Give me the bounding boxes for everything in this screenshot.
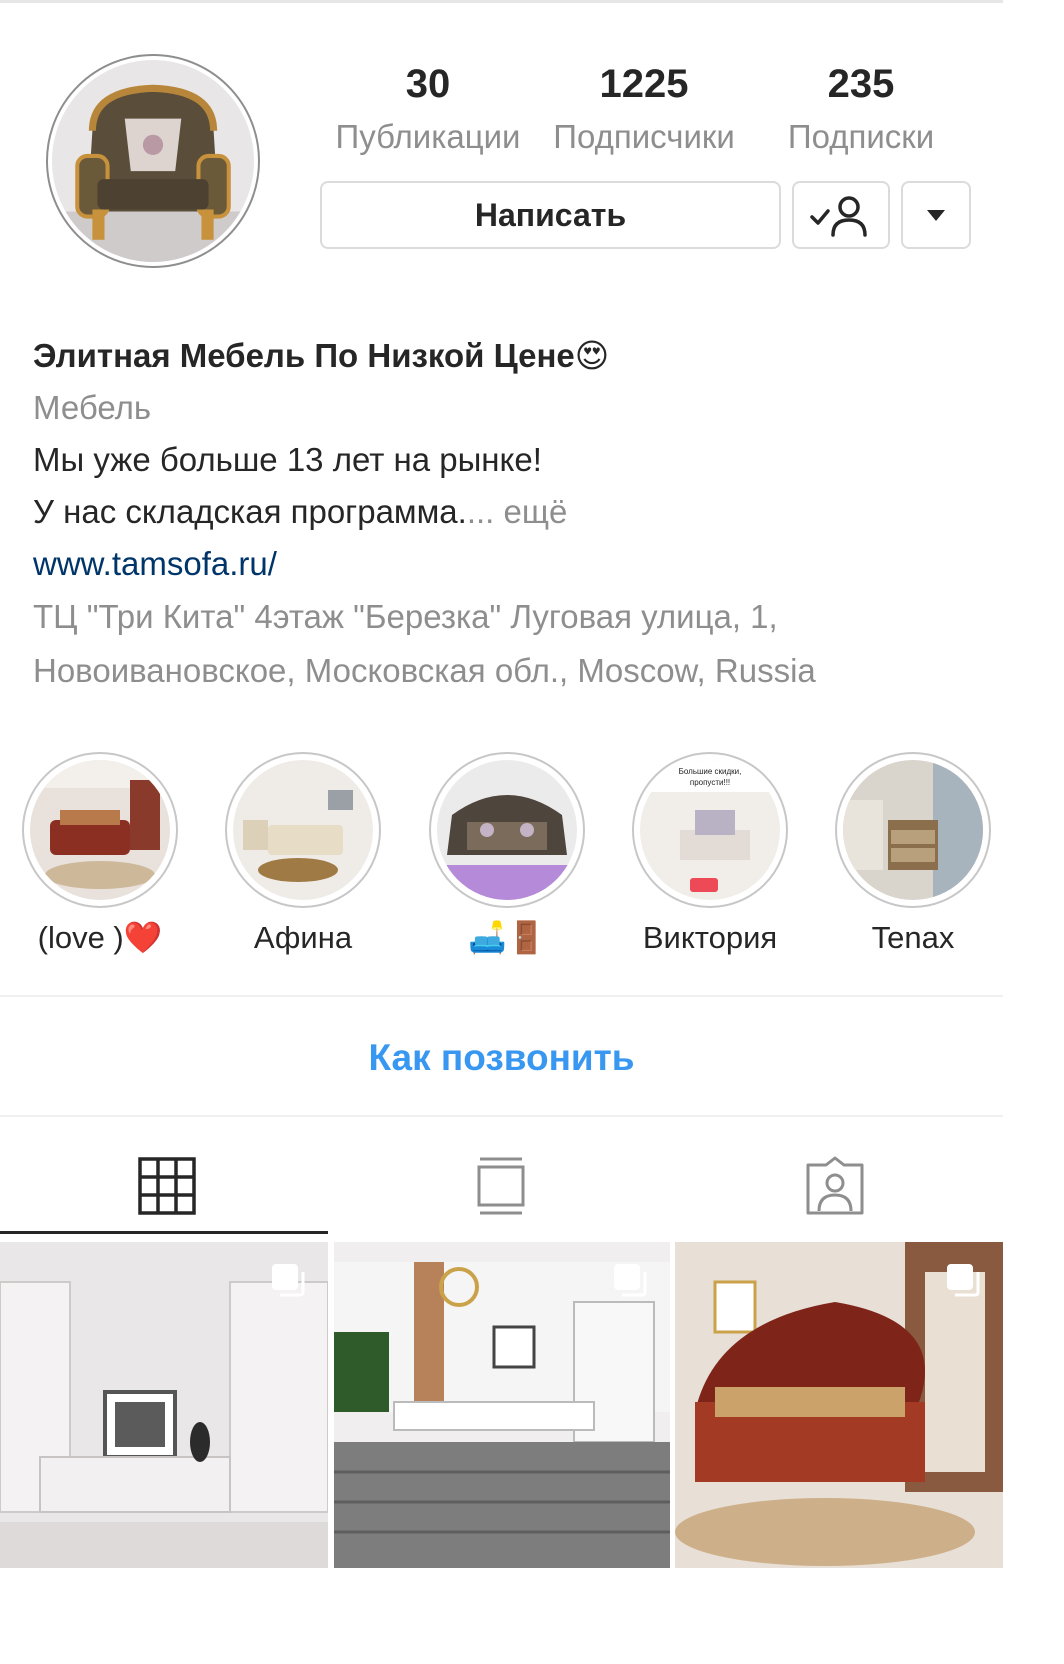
profile-category: Мебель [33, 389, 152, 426]
message-button[interactable]: Написать [320, 181, 781, 249]
following-check-person-icon [810, 196, 867, 237]
highlight-cover [30, 760, 170, 900]
highlight-cover [233, 760, 373, 900]
bio-line-1: Мы уже больше 13 лет на рынке! [33, 441, 542, 478]
address-line-1[interactable]: ТЦ "Три Кита" 4этаж "Березка" Луговая ул… [33, 590, 973, 644]
avatar-image [52, 60, 254, 262]
highlight-item[interactable]: 🛋️🚪 [429, 752, 585, 958]
following-count: 235 [827, 62, 895, 106]
highlight-item[interactable]: Большие скидки, пропусти!!! Виктория [632, 752, 788, 958]
igtv-feed-icon [477, 1157, 525, 1215]
profile-avatar[interactable] [46, 54, 260, 268]
highlight-cover [437, 760, 577, 900]
highlight-label: Tenax [871, 920, 955, 955]
following-stat[interactable]: 235 Подписки [776, 58, 946, 160]
highlight-item[interactable]: Афина [225, 752, 381, 958]
posts-stat[interactable]: 30 Публикации [330, 58, 526, 160]
profile-bio: Элитная Мебель По Низкой Цене😍 Мебель Мы… [33, 330, 973, 698]
section-divider [0, 995, 1003, 997]
profile-name: Элитная Мебель По Низкой Цене😍 [33, 337, 610, 374]
tab-grid[interactable] [0, 1138, 334, 1234]
highlight-label: (love )❤️ [37, 920, 163, 955]
top-divider [0, 0, 1003, 3]
tagged-person-icon [806, 1156, 864, 1215]
posts-count: 30 [405, 62, 451, 106]
svg-text:Большие скидки,: Большие скидки, [679, 767, 742, 776]
bio-line-2: У нас складская программа.... ещё [33, 486, 973, 538]
highlight-item[interactable]: (love )❤️ [22, 752, 178, 958]
highlight-cover: Большие скидки, пропусти!!! [640, 760, 780, 900]
message-button-label: Написать [474, 196, 627, 233]
tab-tagged[interactable] [668, 1138, 1002, 1234]
section-divider [0, 1115, 1003, 1117]
address-line-2[interactable]: Новоивановское, Московская обл., Moscow,… [33, 644, 973, 698]
contact-button[interactable]: Как позвонить [0, 1030, 1003, 1086]
multiple-photos-icon [272, 1264, 305, 1297]
caret-down-icon [927, 210, 945, 221]
bio-line-2-text: У нас складская программа. [33, 493, 467, 530]
post-thumbnail[interactable] [675, 1242, 1003, 1568]
highlight-label: Афина [253, 920, 353, 955]
multiple-photos-icon [947, 1264, 980, 1297]
tab-feed[interactable] [334, 1138, 668, 1234]
multiple-photos-icon [614, 1264, 647, 1297]
followers-stat[interactable]: 1225 Подписчики [543, 58, 745, 160]
post-thumbnail[interactable] [334, 1242, 670, 1568]
svg-text:пропусти!!!: пропусти!!! [690, 778, 730, 787]
highlight-cover [843, 760, 983, 900]
posts-label: Публикации [335, 118, 521, 155]
post-thumbnail[interactable] [0, 1242, 328, 1568]
grid-icon [138, 1157, 196, 1215]
bio-more-link[interactable]: ... ещё [467, 493, 568, 530]
website-link[interactable]: www.tamsofa.ru/ [33, 538, 973, 590]
following-button[interactable] [792, 181, 890, 249]
active-tab-indicator [0, 1231, 328, 1234]
following-label: Подписки [787, 118, 935, 155]
highlight-label: Виктория [642, 920, 778, 955]
followers-label: Подписчики [553, 118, 735, 155]
followers-count: 1225 [599, 62, 689, 106]
highlight-label: 🛋️🚪 [468, 920, 546, 955]
more-options-button[interactable] [901, 181, 971, 249]
highlight-item[interactable]: Tenax [835, 752, 991, 958]
